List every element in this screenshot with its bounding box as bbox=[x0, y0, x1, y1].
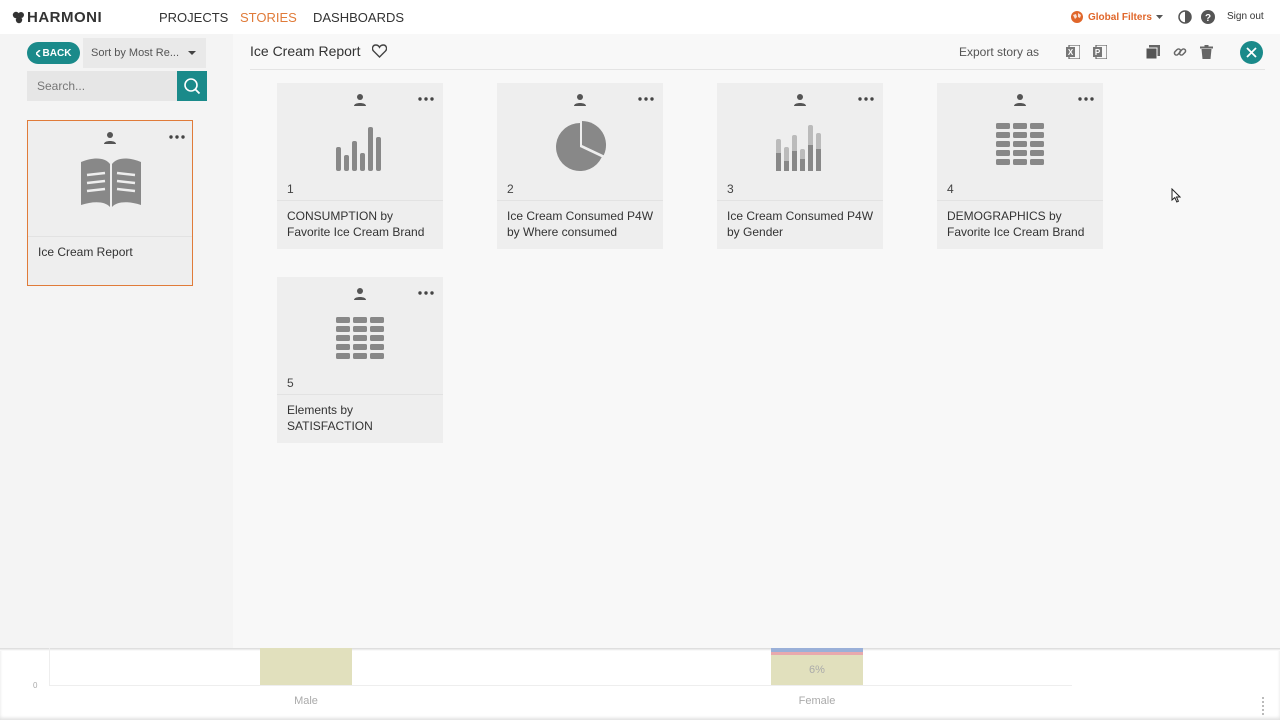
baseline bbox=[49, 685, 1072, 686]
excel-icon[interactable]: X bbox=[1066, 45, 1080, 59]
card-title: Ice Cream Consumed P4W by Where consumed bbox=[507, 209, 654, 239]
more-options-icon[interactable] bbox=[1078, 97, 1094, 101]
nav-stories[interactable]: STORIES bbox=[240, 10, 297, 25]
category-label-female: Female bbox=[798, 695, 836, 707]
help-icon[interactable]: ? bbox=[1201, 10, 1215, 24]
card-number: 3 bbox=[727, 182, 734, 196]
divider bbox=[497, 200, 663, 201]
card-number: 2 bbox=[507, 182, 514, 196]
more-options-icon[interactable] bbox=[638, 97, 654, 101]
global-filters-dropdown[interactable]: Global Filters bbox=[1070, 10, 1163, 24]
table-icon bbox=[996, 123, 1044, 165]
category-label-male: Male bbox=[294, 695, 318, 707]
nav-dashboards[interactable]: DASHBOARDS bbox=[313, 10, 404, 25]
axis-line bbox=[49, 648, 50, 686]
bar-chart-icon bbox=[336, 127, 381, 171]
export-label: Export story as bbox=[959, 45, 1040, 59]
card-number: 4 bbox=[947, 182, 954, 196]
story-page-card[interactable]: 5 Elements by SATISFACTION bbox=[277, 277, 443, 443]
person-icon bbox=[1014, 94, 1026, 106]
logo-icon bbox=[12, 11, 24, 24]
global-filters-label: Global Filters bbox=[1088, 11, 1152, 23]
more-options-icon[interactable] bbox=[418, 97, 434, 101]
card-number: 1 bbox=[287, 182, 294, 196]
card-title: CONSUMPTION by Favorite Ice Cream Brand bbox=[287, 209, 425, 239]
stacked-bar-chart-icon bbox=[776, 125, 821, 171]
sort-label: Sort by Most Re... bbox=[91, 47, 180, 59]
sign-out-link[interactable]: Sign out bbox=[1227, 11, 1264, 22]
background-chart: 0 6% Male Female bbox=[0, 648, 1280, 720]
theme-toggle-icon[interactable] bbox=[1178, 10, 1192, 24]
table-icon bbox=[336, 317, 384, 359]
card-title: Elements by SATISFACTION bbox=[287, 403, 373, 433]
trash-icon[interactable] bbox=[1200, 45, 1213, 59]
vertical-dots-icon bbox=[1262, 697, 1266, 715]
search-button[interactable] bbox=[177, 71, 207, 101]
person-icon bbox=[354, 288, 366, 300]
shadow-edge bbox=[0, 648, 1280, 651]
link-icon[interactable] bbox=[1173, 45, 1187, 59]
svg-text:?: ? bbox=[1205, 13, 1211, 24]
search-input[interactable] bbox=[27, 71, 177, 101]
harmoni-logo[interactable]: HARMONI bbox=[12, 9, 102, 26]
back-button[interactable]: BACK bbox=[27, 42, 80, 64]
heart-icon[interactable] bbox=[372, 44, 387, 58]
person-icon bbox=[794, 94, 806, 106]
header-divider bbox=[250, 69, 1265, 70]
back-label: BACK bbox=[42, 47, 72, 59]
female-data-label: 6% bbox=[809, 664, 825, 676]
story-page-card[interactable]: 2 Ice Cream Consumed P4W by Where consum… bbox=[497, 83, 663, 249]
sort-dropdown[interactable]: Sort by Most Re... bbox=[83, 38, 206, 68]
divider bbox=[937, 200, 1103, 201]
divider bbox=[28, 236, 192, 237]
person-icon bbox=[104, 132, 116, 144]
close-button[interactable] bbox=[1240, 41, 1263, 64]
more-options-icon[interactable] bbox=[858, 97, 874, 101]
person-icon bbox=[354, 94, 366, 106]
book-icon bbox=[81, 158, 141, 207]
story-page-card[interactable]: 3 Ice Cream Consumed P4W by Gender bbox=[717, 83, 883, 249]
svg-text:X: X bbox=[1068, 48, 1074, 57]
person-icon bbox=[574, 94, 586, 106]
search-icon bbox=[184, 78, 201, 95]
divider bbox=[277, 394, 443, 395]
chevron-left-icon bbox=[35, 49, 41, 57]
nav-projects[interactable]: PROJECTS bbox=[159, 10, 228, 25]
logo-text: HARMONI bbox=[27, 9, 103, 26]
mouse-cursor-icon bbox=[1171, 188, 1181, 203]
story-card[interactable]: Ice Cream Report bbox=[27, 120, 193, 286]
story-page-card[interactable]: 4 DEMOGRAPHICS by Favorite Ice Cream Bra… bbox=[937, 83, 1103, 249]
more-options-icon[interactable] bbox=[169, 135, 185, 139]
close-icon bbox=[1246, 47, 1257, 58]
caret-down-icon bbox=[188, 51, 196, 55]
story-title: Ice Cream Report bbox=[38, 245, 133, 259]
report-title: Ice Cream Report bbox=[250, 43, 361, 59]
divider bbox=[277, 200, 443, 201]
axis-zero-label: 0 bbox=[33, 681, 38, 690]
divider bbox=[717, 200, 883, 201]
card-title: DEMOGRAPHICS by Favorite Ice Cream Brand bbox=[947, 209, 1085, 239]
copy-icon[interactable] bbox=[1146, 45, 1160, 59]
card-number: 5 bbox=[287, 376, 294, 390]
pie-chart-icon bbox=[556, 120, 607, 171]
story-page-card[interactable]: 1 CONSUMPTION by Favorite Ice Cream Bran… bbox=[277, 83, 443, 249]
top-bar: HARMONI PROJECTS STORIES DASHBOARDS Glob… bbox=[0, 0, 1280, 34]
caret-down-icon bbox=[1155, 14, 1163, 19]
powerpoint-icon[interactable]: P bbox=[1093, 45, 1107, 59]
more-options-icon[interactable] bbox=[418, 291, 434, 295]
card-title: Ice Cream Consumed P4W by Gender bbox=[727, 209, 874, 239]
svg-text:P: P bbox=[1095, 48, 1101, 57]
globe-icon bbox=[1071, 11, 1083, 23]
male-bar bbox=[260, 648, 352, 685]
